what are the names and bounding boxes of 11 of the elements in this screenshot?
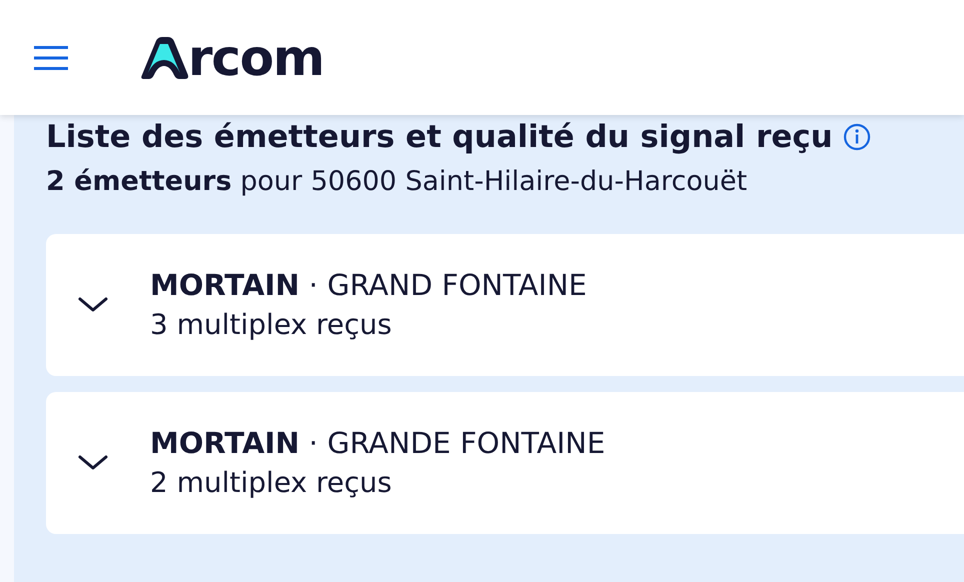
menu-icon[interactable] — [34, 44, 68, 72]
multiplex-count: 3 multiplex reçus — [150, 307, 393, 343]
multiplex-count: 2 multiplex reçus — [150, 465, 393, 501]
logo-text: rcom — [188, 34, 324, 80]
transmitter-name: MORTAIN · GRAND FONTAINE — [150, 267, 587, 304]
info-icon[interactable] — [842, 123, 871, 151]
summary-text: 2 émetteurs pour 50600 Saint-Hilaire-du-Harcouët — [46, 165, 748, 199]
section-title: Liste des émetteurs et qualité du signal reçu — [46, 118, 833, 157]
transmitter-card[interactable]: MORTAIN · GRAND FONTAINE 3 multiplex reçus — [46, 234, 964, 376]
transmitter-card[interactable]: MORTAIN · GRANDE FONTAINE 2 multiplex reçus — [46, 392, 964, 534]
transmitter-name: MORTAIN · GRANDE FONTAINE — [150, 425, 606, 462]
